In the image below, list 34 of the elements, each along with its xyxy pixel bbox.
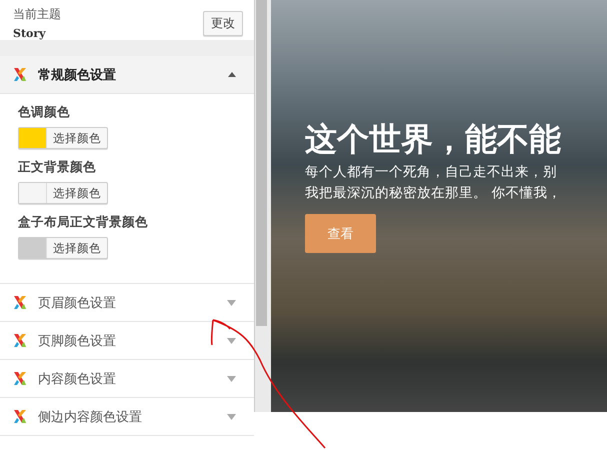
expand-triangle-icon: [227, 338, 236, 344]
hero-line: 我把最深沉的秘密放在那里。 你不懂我，: [305, 184, 562, 203]
collapse-triangle-icon: [228, 72, 236, 77]
section-header[interactable]: 页眉颜色设置: [0, 284, 254, 321]
field-label: 正文背景颜色: [18, 159, 97, 176]
x-logo-icon: [14, 410, 26, 423]
hero-line: 每个人都有一个死角，自己走不出来，别: [305, 163, 558, 182]
expand-triangle-icon: [227, 376, 236, 382]
scrollbar[interactable]: [254, 0, 271, 412]
hero-title: 这个世界，能不能: [305, 119, 562, 160]
x-logo-icon: [14, 372, 26, 385]
change-button[interactable]: 更改: [203, 11, 243, 36]
expand-triangle-icon: [227, 300, 236, 306]
x-logo-icon: [14, 68, 26, 81]
x-logo-icon: [14, 296, 26, 309]
expand-triangle-icon: [227, 414, 236, 420]
theme-label: 当前主题: [13, 6, 61, 23]
theme-name: Story: [13, 27, 47, 40]
section-header[interactable]: 常规颜色设置: [0, 56, 254, 94]
section-title: 页脚颜色设置: [38, 332, 117, 350]
section-header[interactable]: 页脚颜色设置: [0, 322, 254, 359]
section-header[interactable]: 内容颜色设置: [0, 360, 254, 397]
color-picker[interactable]: 选择颜色: [18, 237, 108, 259]
section-title: 侧边内容颜色设置: [38, 408, 143, 426]
color-picker[interactable]: 选择颜色: [18, 182, 108, 204]
field-label: 盒子布局正文背景颜色: [18, 214, 149, 231]
section-header[interactable]: 侧边内容颜色设置: [0, 398, 254, 435]
color-picker[interactable]: 选择颜色: [18, 127, 108, 149]
section-title: 内容颜色设置: [38, 370, 117, 388]
scrollbar-thumb[interactable]: [256, 0, 267, 326]
field-label: 色调颜色: [18, 104, 71, 121]
section-title: 常规颜色设置: [38, 66, 117, 84]
section-title: 页眉颜色设置: [38, 294, 117, 312]
x-logo-icon: [14, 334, 26, 347]
